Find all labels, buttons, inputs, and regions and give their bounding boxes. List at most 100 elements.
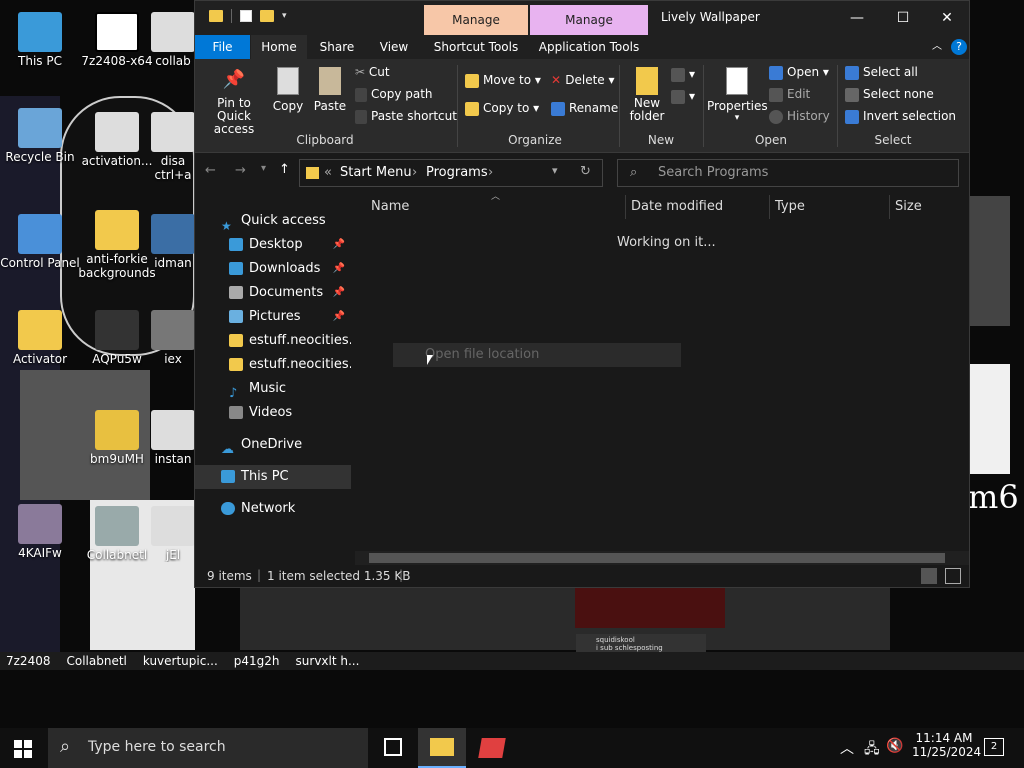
column-date-modified[interactable]: Date modified <box>631 195 723 219</box>
new-folder-button[interactable]: New folder <box>625 67 669 123</box>
desktop-icon-activator[interactable]: Activator <box>0 310 80 366</box>
select-none-button[interactable]: Select none <box>845 87 934 102</box>
desktop-icon-this-pc[interactable]: This PC <box>0 12 80 68</box>
desktop-icon-jel[interactable]: jEl <box>150 506 196 562</box>
edit-button[interactable]: Edit <box>769 87 810 102</box>
desktop-icon-disa[interactable]: disa ctrl+a <box>150 112 196 182</box>
tab-share[interactable]: Share <box>309 35 365 59</box>
task-view-icon[interactable] <box>384 738 402 756</box>
clock[interactable]: 11:14 AM 11/25/2024 <box>912 731 981 759</box>
nav-videos[interactable]: Videos <box>195 401 351 425</box>
desktop-icon-iex[interactable]: iex <box>150 310 196 366</box>
collapse-ribbon-icon[interactable]: ︿ <box>929 35 945 59</box>
new-folder-icon[interactable] <box>260 10 274 22</box>
desktop-icon-idman[interactable]: idman <box>150 214 196 270</box>
copy-to-button[interactable]: Copy to ▾ <box>465 101 539 116</box>
easy-access-icon[interactable]: ▾ <box>671 89 695 104</box>
windows-start-icon[interactable] <box>14 740 32 758</box>
nav-this-pc[interactable]: This PC <box>195 465 351 489</box>
title-bar: ▾ Manage Manage Lively Wallpaper — ☐ ✕ <box>195 1 969 35</box>
tab-application-tools[interactable]: Application Tools <box>530 35 648 59</box>
desktop-icon-7z[interactable]: 7z2408-x64 <box>77 12 157 68</box>
breadcrumb-programs[interactable]: Programs <box>426 165 488 180</box>
chevron-down-icon[interactable]: ▾ <box>282 11 287 21</box>
context-tab-manage-application[interactable]: Manage <box>530 5 648 35</box>
breadcrumb-start-menu[interactable]: Start Menu <box>340 165 412 180</box>
desktop-icon-recycle-bin[interactable]: Recycle Bin <box>0 108 80 164</box>
desktop-icon-collab[interactable]: collab <box>150 12 196 68</box>
desktop-icon-anti-forkie[interactable]: anti-forkie backgrounds <box>77 210 157 280</box>
column-name[interactable]: Name <box>371 195 409 219</box>
desktop-icon-activation[interactable]: activation... <box>77 112 157 168</box>
copy-button[interactable]: Copy <box>271 67 305 113</box>
select-all-button[interactable]: Select all <box>845 65 918 80</box>
history-button[interactable]: History <box>769 109 830 124</box>
tab-home[interactable]: Home <box>251 35 307 59</box>
paste-button[interactable]: Paste <box>311 67 349 113</box>
column-size[interactable]: Size <box>895 195 922 219</box>
maximize-button[interactable]: ☐ <box>880 1 926 35</box>
desktop-icon-collabnetl[interactable]: Collabnetl <box>77 506 157 562</box>
network-icon[interactable]: 🖧 <box>864 738 880 762</box>
large-icons-view-icon[interactable] <box>945 568 961 584</box>
wallpaper-image <box>970 196 1010 326</box>
nav-downloads[interactable]: Downloads 📌 <box>195 257 351 281</box>
tab-view[interactable]: View <box>367 35 421 59</box>
search-input[interactable]: ⌕ Search Programs <box>617 159 959 187</box>
help-icon[interactable]: ? <box>951 39 967 55</box>
tooltip-open-file-location[interactable]: Open file location <box>393 343 681 367</box>
up-icon[interactable]: ↑ <box>279 162 290 177</box>
column-type[interactable]: Type <box>775 195 805 219</box>
recent-locations-icon[interactable]: ▾ <box>261 163 266 174</box>
invert-selection-button[interactable]: Invert selection <box>845 109 956 124</box>
desktop-icon-4kaifw[interactable]: 4KAIFw <box>0 504 80 560</box>
desktop-icon-aqpu5w[interactable]: AQPu5w <box>77 310 157 366</box>
new-item-icon[interactable]: ▾ <box>671 67 695 82</box>
close-button[interactable]: ✕ <box>924 1 970 35</box>
cut-button[interactable]: ✂ Cut <box>355 65 390 79</box>
taskbar-app-red-icon[interactable] <box>478 738 506 758</box>
desktop-icon-instan[interactable]: instan <box>150 410 196 466</box>
nav-onedrive[interactable]: ☁ OneDrive <box>195 433 351 457</box>
back-icon[interactable]: ← <box>205 163 216 178</box>
nav-desktop[interactable]: Desktop 📌 <box>195 233 351 257</box>
copy-path-button[interactable]: Copy path <box>355 87 433 102</box>
notifications-icon[interactable]: 2 <box>984 738 1004 756</box>
nav-network[interactable]: Network <box>195 497 351 521</box>
address-dropdown-icon[interactable]: ▾ <box>552 164 558 177</box>
chevron-up-icon[interactable]: ︿ <box>840 738 854 758</box>
selection-info: 1 item selected 1.35 KB <box>267 569 411 583</box>
paste-shortcut-button[interactable]: Paste shortcut <box>355 109 457 124</box>
horizontal-scrollbar[interactable] <box>355 551 969 565</box>
nav-pictures[interactable]: Pictures 📌 <box>195 305 351 329</box>
tab-shortcut-tools[interactable]: Shortcut Tools <box>424 35 528 59</box>
delete-button[interactable]: ✕ Delete ▾ <box>551 73 615 87</box>
nav-estuff-1[interactable]: estuff.neocities.or <box>195 329 351 353</box>
context-tab-manage-shortcut[interactable]: Manage <box>424 5 528 35</box>
refresh-icon[interactable]: ↻ <box>580 164 591 179</box>
desktop-icon-bm9umh[interactable]: bm9uMH <box>77 410 157 466</box>
open-button[interactable]: Open ▾ <box>769 65 829 80</box>
taskbar-file-explorer[interactable] <box>418 728 466 768</box>
details-view-icon[interactable] <box>921 568 937 584</box>
volume-muted-icon[interactable]: 🔇 <box>886 738 903 754</box>
nav-quick-access[interactable]: ★ Quick access <box>195 209 351 233</box>
scrollbar-thumb[interactable] <box>369 553 945 563</box>
overflow-crumb[interactable]: « <box>324 165 332 180</box>
tab-file[interactable]: File <box>195 35 250 59</box>
properties-icon[interactable] <box>240 10 252 22</box>
pin-quick-access-button[interactable]: 📌 Pin to Quick access <box>201 69 267 136</box>
nav-estuff-2[interactable]: estuff.neocities.or <box>195 353 351 377</box>
properties-button[interactable]: Properties ▾ <box>707 67 768 123</box>
minimize-button[interactable]: — <box>834 1 880 35</box>
taskbar-search-input[interactable]: ⌕ Type here to search <box>48 728 368 768</box>
address-input[interactable]: « Start Menu › Programs › ▾ ↻ <box>299 159 603 187</box>
forward-icon[interactable]: → <box>235 163 246 178</box>
rename-button[interactable]: Rename <box>551 101 618 116</box>
desktop-icon-control-panel[interactable]: Control Panel <box>0 214 80 270</box>
copy-to-icon <box>465 101 479 116</box>
nav-music[interactable]: ♪ Music <box>195 377 351 401</box>
invert-selection-icon <box>845 109 859 124</box>
nav-documents[interactable]: Documents 📌 <box>195 281 351 305</box>
move-to-button[interactable]: Move to ▾ <box>465 73 541 88</box>
